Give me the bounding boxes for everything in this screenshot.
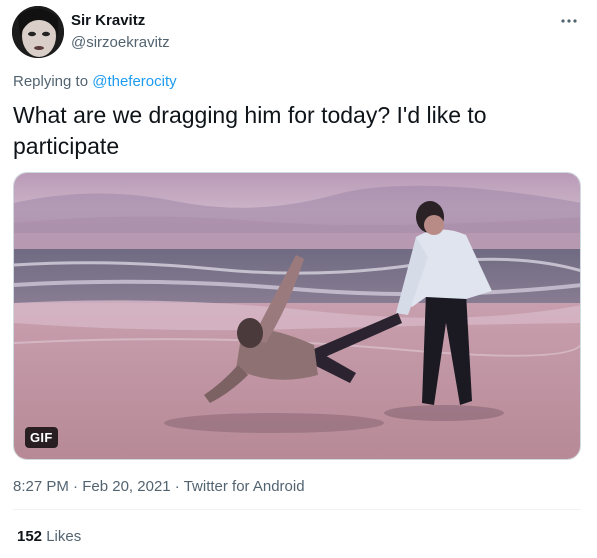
replying-prefix: Replying to xyxy=(13,73,93,90)
tweet-meta: 8:27 PM · Feb 20, 2021 · Twitter for And… xyxy=(13,478,305,495)
divider xyxy=(13,509,581,510)
gif-frame-image xyxy=(14,173,580,459)
tweet-text: What are we dragging him for today? I'd … xyxy=(13,102,487,159)
meta-separator: · xyxy=(68,478,83,495)
gif-media[interactable]: GIF xyxy=(13,172,581,460)
avatar[interactable] xyxy=(12,6,64,58)
meta-separator: · xyxy=(170,478,184,495)
tweet-date[interactable]: Feb 20, 2021 xyxy=(82,478,170,495)
reply-target-link[interactable]: @theferocity xyxy=(92,73,176,90)
tweet: Sir Kravitz @sirzoekravitz Replying to @… xyxy=(0,0,597,558)
likes-count: 152 xyxy=(17,528,43,545)
tweet-source[interactable]: Twitter for Android xyxy=(184,478,305,495)
gif-badge: GIF xyxy=(25,427,58,448)
likes-stat[interactable]: 152 Likes xyxy=(17,528,81,545)
author-display-name[interactable]: Sir Kravitz xyxy=(71,12,145,29)
author-handle[interactable]: @sirzoekravitz xyxy=(71,34,170,51)
likes-label: Likes xyxy=(42,528,82,545)
replying-to: Replying to @theferocity xyxy=(13,73,177,90)
tweet-time[interactable]: 8:27 PM xyxy=(13,478,69,495)
more-options-icon[interactable] xyxy=(557,12,581,30)
